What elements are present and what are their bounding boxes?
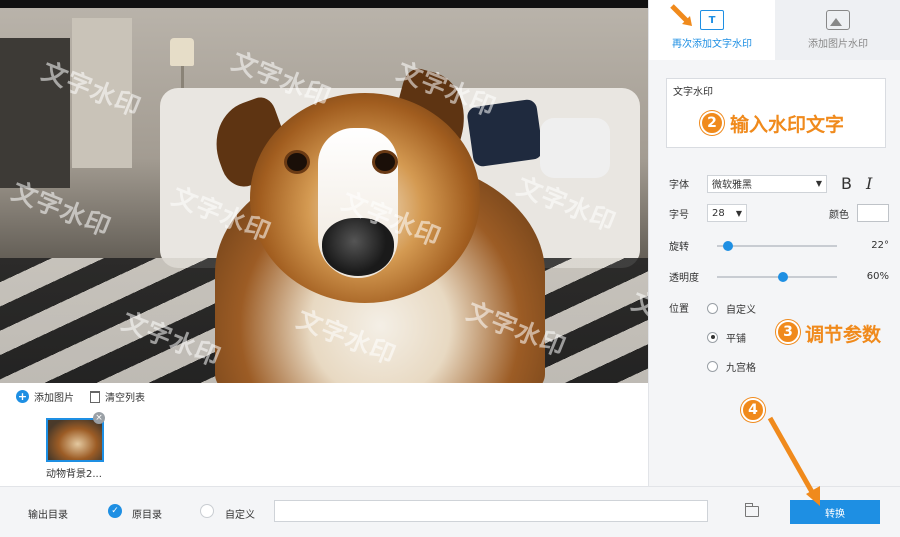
clear-list-label: 清空列表 [105,393,145,404]
photo-dog-eye [372,150,398,174]
photo-pillow [540,118,610,178]
watermark-text-value: 文字水印 [673,87,713,98]
font-value: 微软雅黑 [712,180,752,191]
radio-icon [707,360,718,372]
rotation-label: 旋转 [669,242,689,253]
radio-icon [707,302,718,314]
add-image-button[interactable]: + 添加图片 [16,389,74,404]
output-custom-label: 自定义 [225,510,255,521]
slider-track [717,244,837,247]
add-image-label: 添加图片 [34,393,74,404]
output-original-label: 原目录 [132,510,162,521]
output-custom-radio[interactable] [200,504,214,518]
rotation-value: 22° [871,240,889,251]
tab-label: 添加图片水印 [808,39,868,50]
watermark-tabs: T 再次添加文字水印 添加图片水印 [649,0,900,60]
rotation-row: 旋转 22° [669,238,889,253]
option-label: 九宫格 [726,362,756,374]
font-label: 字体 [669,180,689,191]
output-dir-label: 输出目录 [28,510,68,521]
tab-image-watermark[interactable]: 添加图片水印 [775,0,900,60]
image-list: + 添加图片 清空列表 × 动物背景2... [0,383,648,485]
trash-icon [90,390,100,403]
slider-handle[interactable] [722,240,733,251]
folder-icon[interactable] [745,503,759,517]
color-picker[interactable] [857,204,889,222]
output-original-radio[interactable]: ✓ [108,504,122,518]
italic-button[interactable]: I [866,174,872,193]
color-label: 颜色 [829,209,849,221]
plus-icon: + [16,390,29,403]
step-text-2: 输入水印文字 [730,114,845,136]
clear-list-button[interactable]: 清空列表 [90,389,145,404]
chevron-down-icon: ▼ [815,179,822,188]
size-value: 28 [712,207,725,219]
option-label: 平铺 [726,333,746,345]
position-option-grid[interactable]: 九宫格 [707,358,756,374]
rotation-slider[interactable] [717,240,837,252]
settings-panel: T 再次添加文字水印 添加图片水印 文字水印 字体 微软雅黑 ▼ B I 字号 … [648,0,900,537]
thumbnail-name: 动物背景2... [46,469,102,480]
slider-handle[interactable] [777,271,788,282]
opacity-label: 透明度 [669,273,699,284]
option-label: 自定义 [726,304,756,316]
opacity-value: 60% [866,271,889,282]
image-preview: 文字水印 文字水印 文字水印 文字水印 文字水印 文字水印 文字水印 文字水印 文字水印 文字水印… [0,0,648,383]
photo-dog-eye [284,150,310,174]
step-badge-3: 3 [776,320,800,344]
step-badge-4: 4 [741,398,765,422]
opacity-slider[interactable] [717,271,837,283]
step-badge-2: 2 [700,111,724,135]
chevron-down-icon: ▼ [735,208,742,218]
font-row: 字体 微软雅黑 ▼ B I [669,174,872,193]
size-row: 字号 28 ▼ 颜色 [669,204,889,222]
tab-text-watermark[interactable]: T 再次添加文字水印 [649,0,775,60]
output-bar: 输出目录 ✓ 原目录 自定义 转换 [0,486,900,537]
image-watermark-icon [826,10,850,30]
photo-lamp [170,38,194,66]
position-row: 位置 自定义 平铺 九宫格 [669,300,756,374]
remove-thumbnail-icon[interactable]: × [93,412,105,424]
tab-label: 再次添加文字水印 [672,39,752,50]
position-option-custom[interactable]: 自定义 [707,300,756,316]
bold-button[interactable]: B [841,174,852,193]
image-thumbnail[interactable] [46,418,104,462]
radio-icon [707,331,718,343]
position-options: 自定义 平铺 九宫格 [707,300,756,374]
size-select[interactable]: 28 ▼ [707,204,747,222]
text-watermark-icon: T [700,10,724,30]
watermark-app: 文字水印 文字水印 文字水印 文字水印 文字水印 文字水印 文字水印 文字水印 文字水印 文字水印… [0,0,900,537]
opacity-row: 透明度 60% [669,269,889,284]
size-label: 字号 [669,209,689,221]
step-text-3: 调节参数 [805,324,882,346]
font-select[interactable]: 微软雅黑 ▼ [707,174,827,193]
output-path-input[interactable] [274,500,708,522]
position-label: 位置 [669,304,689,315]
position-option-tile[interactable]: 平铺 [707,329,756,345]
convert-button[interactable]: 转换 [790,500,880,524]
